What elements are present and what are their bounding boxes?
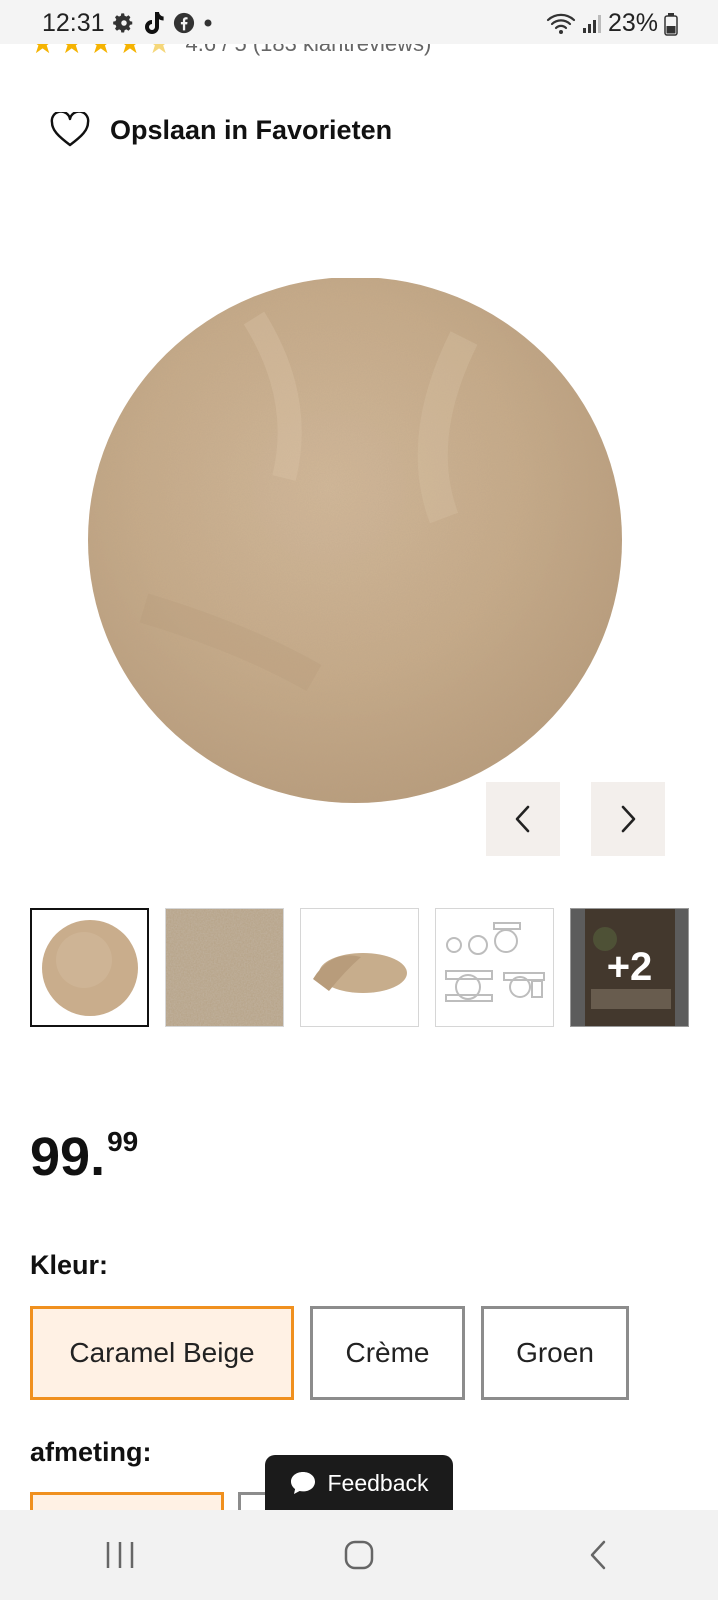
home-icon [344,1540,374,1570]
thumbnail-folded-rug[interactable] [300,908,419,1027]
color-options: Caramel Beige Crème Groen [30,1306,629,1400]
thumbnail-round-rug[interactable] [30,908,149,1027]
folded-rug-thumbnail-image [313,953,407,993]
back-button[interactable] [558,1525,638,1585]
chevron-right-icon [621,805,636,833]
feedback-button[interactable]: Feedback [265,1455,453,1511]
product-image[interactable] [84,278,634,818]
recent-apps-icon [106,1542,133,1568]
chevron-left-icon [515,805,530,833]
chat-bubble-icon [291,1472,316,1494]
size-title: afmeting: [30,1437,152,1467]
status-bar-overlay [0,0,718,44]
recent-apps-button[interactable] [80,1525,160,1585]
previous-image-button[interactable] [486,782,560,856]
thumbnail-layout-diagram[interactable] [435,908,554,1027]
price-main: 99. [30,1127,106,1187]
price-cents: 99 [107,1126,139,1157]
back-icon [591,1540,606,1570]
home-button[interactable] [319,1525,399,1585]
thumbnail-strip: +2 [30,908,689,1027]
heart-outline-icon[interactable] [50,112,90,148]
thumbnail-texture[interactable] [165,908,284,1027]
layout-diagram-thumbnail-image [445,922,545,1002]
product-price: 99.99 [30,1126,138,1188]
color-title: Kleur: [30,1250,109,1280]
save-to-favorites[interactable]: Opslaan in Favorieten [50,112,392,148]
more-images-count: +2 [606,945,653,989]
color-option-caramel-beige[interactable]: Caramel Beige [30,1306,294,1400]
rug-thumbnail-image [42,920,138,1016]
color-option-groen[interactable]: Groen [481,1306,629,1400]
feedback-label[interactable]: Feedback [327,1470,428,1497]
thumbnail-room-photo[interactable]: +2 [570,908,689,1027]
color-option-creme[interactable]: Crème [310,1306,465,1400]
texture-thumbnail-image [166,909,283,1026]
save-to-favorites-label[interactable]: Opslaan in Favorieten [110,115,392,146]
system-nav-bar [0,1510,718,1600]
next-image-button[interactable] [591,782,665,856]
